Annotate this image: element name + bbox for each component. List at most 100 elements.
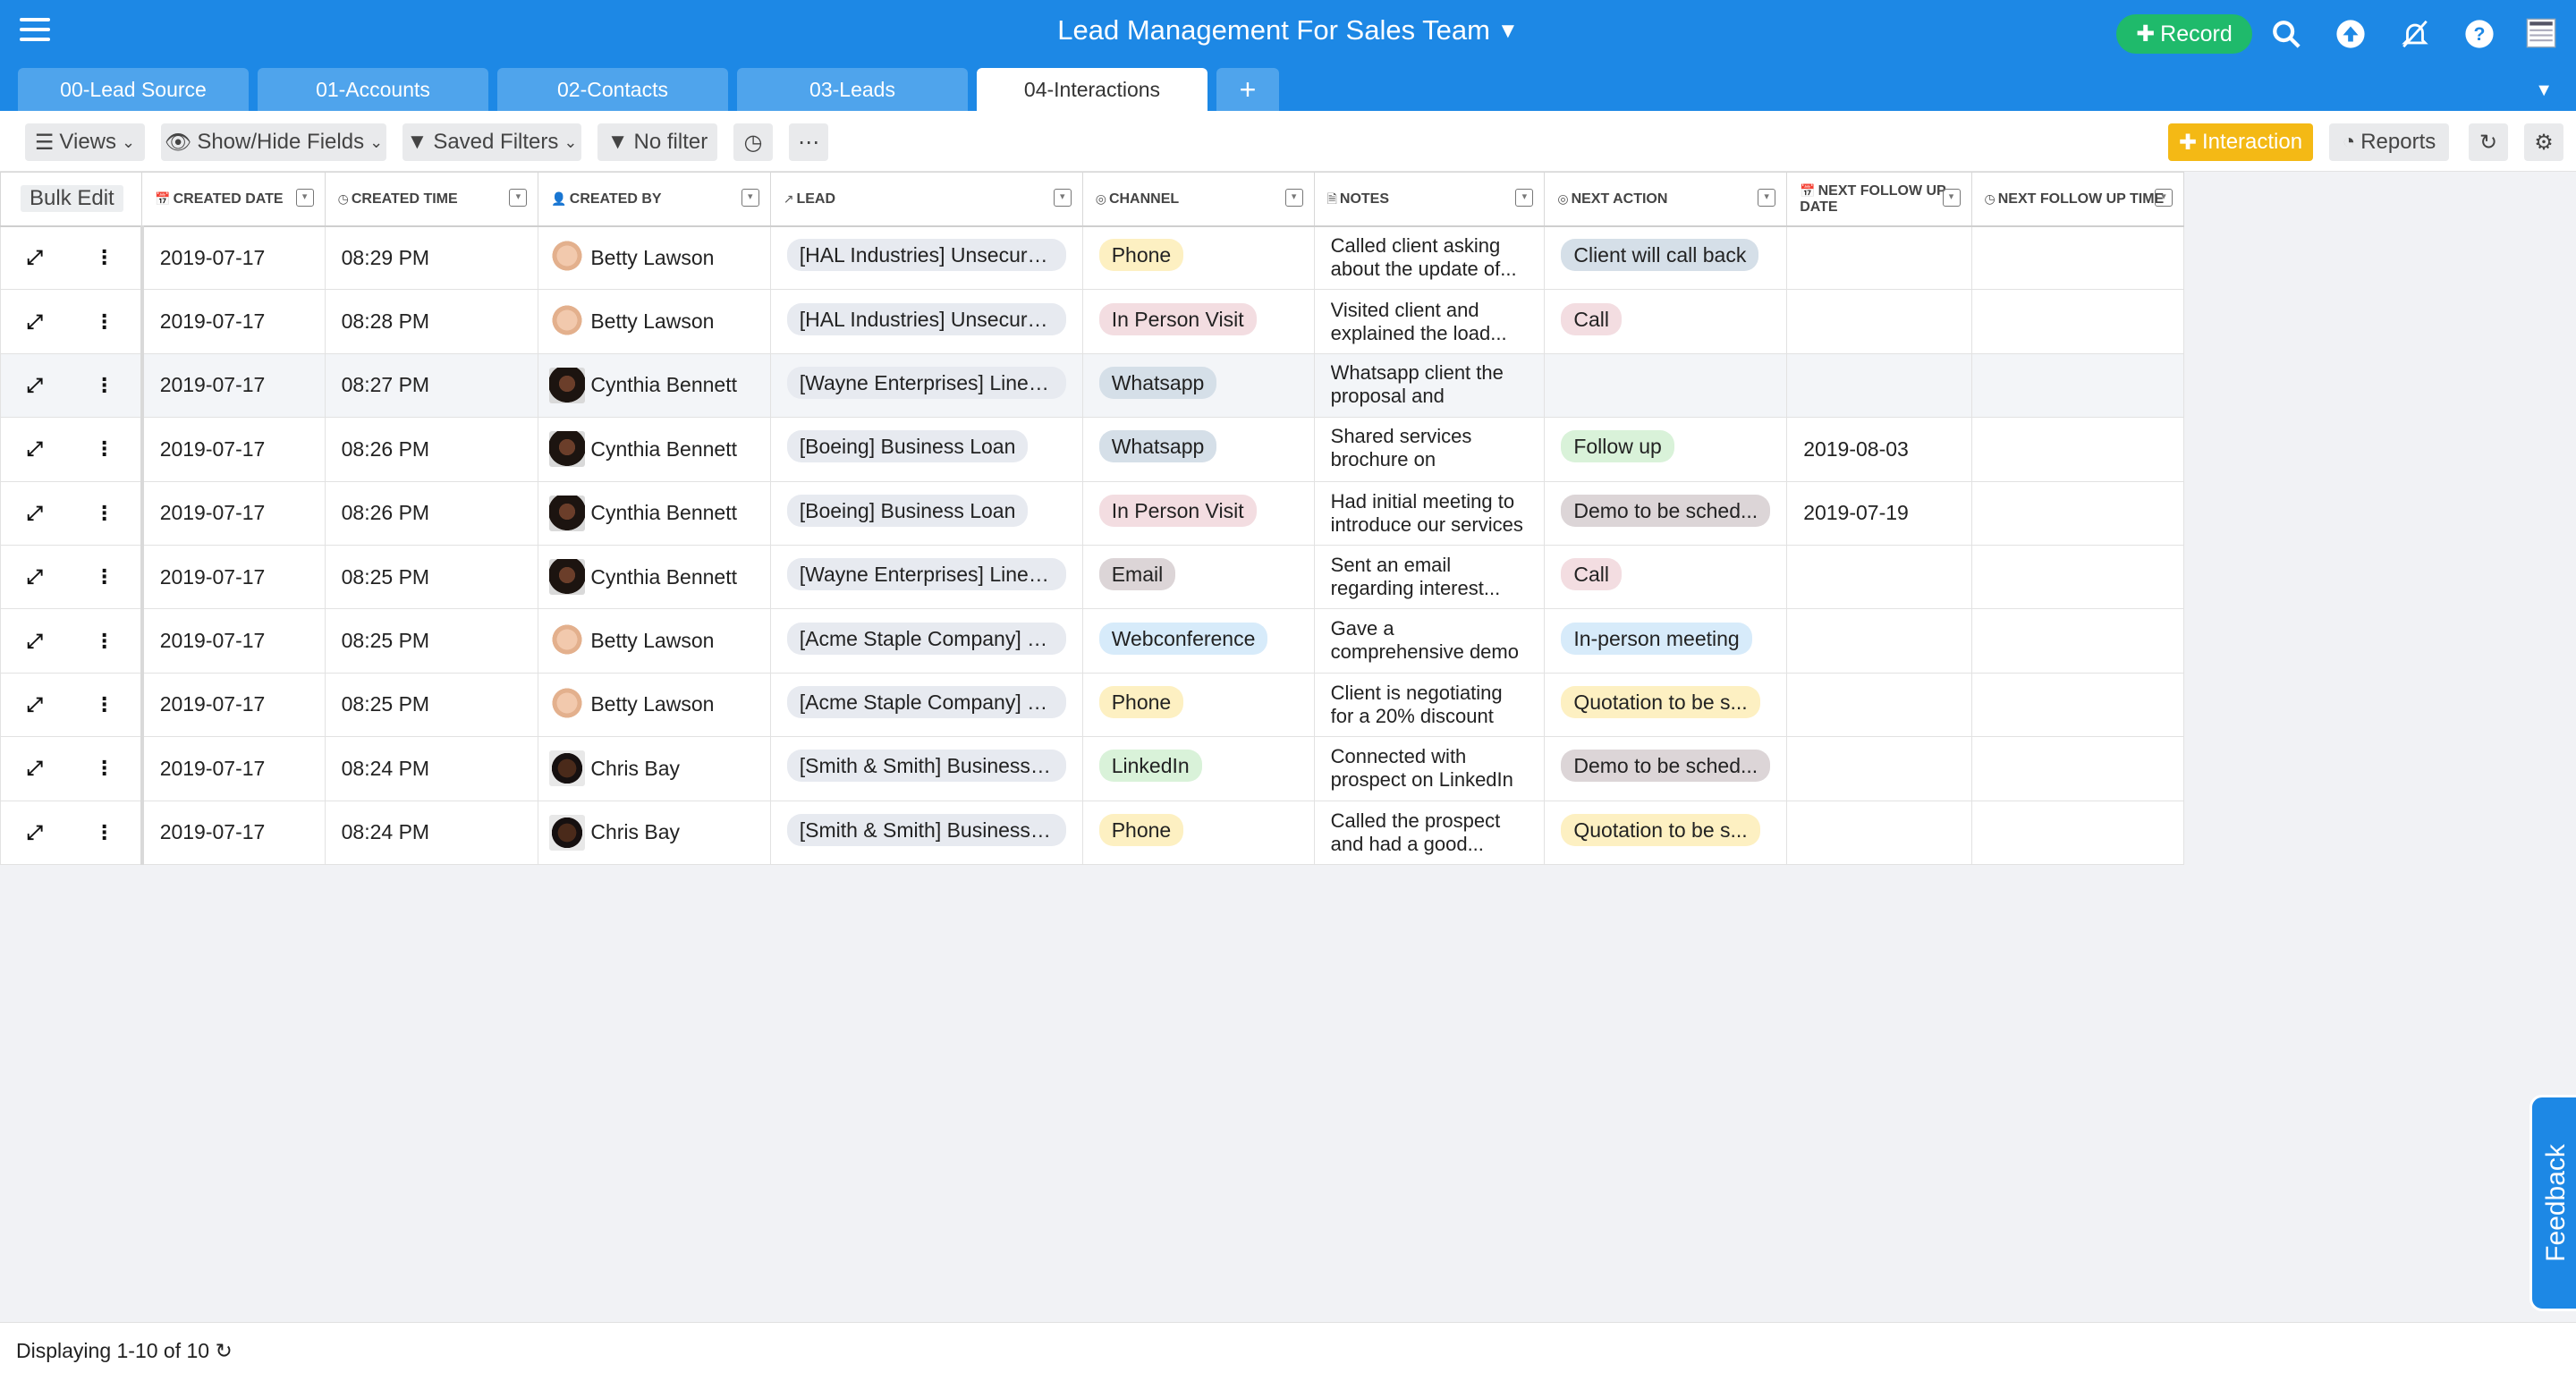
reports-button[interactable]: ◔ Reports bbox=[2329, 123, 2449, 161]
table-row[interactable]: ⤢ ⋮ 2019-07-17 08:25 PM Betty Lawson [Acme St… bbox=[0, 672, 2185, 738]
cell-next-follow-up-date[interactable] bbox=[1786, 736, 1972, 801]
bulk-edit-button[interactable]: Bulk Edit bbox=[21, 185, 123, 213]
lead-link[interactable]: [Wayne Enterprises] Line-o... bbox=[786, 366, 1066, 399]
column-header-next-follow-up-time[interactable]: ◷ NEXT FOLLOW UP TIME ▾ bbox=[1970, 172, 2185, 227]
tab-contacts[interactable]: 02-Contacts bbox=[497, 68, 728, 111]
cell-next-action[interactable]: In-person meeting bbox=[1544, 608, 1788, 674]
refresh-icon[interactable]: ↻ bbox=[215, 1339, 232, 1362]
cell-notes[interactable]: Connected with prospect on LinkedIn bbox=[1313, 736, 1546, 801]
cell-notes[interactable]: Shared services brochure on Whatsapp bbox=[1313, 417, 1546, 482]
more-vertical-icon[interactable]: ⋮ bbox=[95, 502, 114, 525]
cell-created-date[interactable]: 2019-07-17 bbox=[141, 544, 326, 610]
column-menu-icon[interactable]: ▾ bbox=[1758, 189, 1776, 207]
cell-created-date[interactable]: 2019-07-17 bbox=[141, 352, 326, 419]
cell-created-by[interactable]: Betty Lawson bbox=[538, 289, 771, 354]
cell-next-follow-up-time[interactable] bbox=[1970, 352, 2185, 419]
lead-link[interactable]: [Smith & Smith] Business L... bbox=[786, 813, 1066, 846]
add-record-button[interactable]: ✚ Record bbox=[2116, 14, 2252, 54]
cell-lead[interactable]: [Wayne Enterprises] Line-o... bbox=[769, 544, 1083, 610]
cell-next-follow-up-date[interactable] bbox=[1786, 352, 1972, 419]
saved-filters-button[interactable]: ▼ Saved Filters ⌄ bbox=[402, 123, 581, 161]
cell-lead[interactable]: [HAL Industries] Unsecure... bbox=[769, 289, 1083, 354]
column-menu-icon[interactable]: ▾ bbox=[2155, 189, 2173, 207]
cell-created-time[interactable]: 08:29 PM bbox=[324, 225, 539, 291]
cell-created-date[interactable]: 2019-07-17 bbox=[141, 800, 326, 865]
cell-next-action[interactable]: Client will call back bbox=[1544, 225, 1788, 291]
column-header-next-action[interactable]: ◎ NEXT ACTION ▾ bbox=[1544, 172, 1788, 227]
cell-next-follow-up-date[interactable] bbox=[1786, 544, 1972, 610]
expand-row-icon[interactable]: ⤢ bbox=[27, 246, 43, 269]
expand-row-icon[interactable]: ⤢ bbox=[27, 630, 43, 653]
more-vertical-icon[interactable]: ⋮ bbox=[95, 693, 114, 716]
cell-created-time[interactable]: 08:25 PM bbox=[324, 672, 539, 738]
lead-link[interactable]: [Boeing] Business Loan bbox=[786, 494, 1029, 527]
column-header-created-by[interactable]: 👤 CREATED BY ▾ bbox=[538, 172, 771, 227]
table-row[interactable]: ⤢ ⋮ 2019-07-17 08:27 PM Cynthia Bennett [Wayn… bbox=[0, 352, 2185, 419]
cell-lead[interactable]: [Acme Staple Company] Le... bbox=[769, 672, 1083, 738]
cell-next-follow-up-time[interactable] bbox=[1970, 800, 2185, 865]
cell-lead[interactable]: [Boeing] Business Loan bbox=[769, 480, 1083, 546]
column-menu-icon[interactable]: ▾ bbox=[1942, 189, 1961, 207]
column-header-notes[interactable]: 🗎 NOTES ▾ bbox=[1313, 172, 1546, 227]
table-row[interactable]: ⤢ ⋮ 2019-07-17 08:25 PM Cynthia Bennett [Wayn… bbox=[0, 544, 2185, 610]
column-menu-icon[interactable]: ▾ bbox=[1053, 189, 1072, 207]
cell-created-time[interactable]: 08:26 PM bbox=[324, 480, 539, 546]
cell-notes[interactable]: Called client asking about the update of… bbox=[1313, 225, 1546, 291]
cell-channel[interactable]: LinkedIn bbox=[1081, 736, 1315, 801]
feedback-button[interactable]: Feedback bbox=[2529, 1095, 2576, 1311]
cell-created-date[interactable]: 2019-07-17 bbox=[141, 736, 326, 801]
notifications-off-icon[interactable] bbox=[2399, 18, 2431, 50]
cell-next-action[interactable]: Call bbox=[1544, 289, 1788, 354]
expand-row-icon[interactable]: ⤢ bbox=[27, 374, 43, 397]
cell-next-follow-up-date[interactable] bbox=[1786, 800, 1972, 865]
cell-lead[interactable]: [Acme Staple Company] Le... bbox=[769, 608, 1083, 674]
cell-channel[interactable]: Webconference bbox=[1081, 608, 1315, 674]
lead-link[interactable]: [Acme Staple Company] Le... bbox=[786, 685, 1066, 718]
history-button[interactable]: ◷ bbox=[733, 123, 773, 161]
column-menu-icon[interactable]: ▾ bbox=[295, 189, 314, 207]
cell-notes[interactable]: Whatsapp client the proposal and interes… bbox=[1313, 352, 1546, 419]
expand-row-icon[interactable]: ⤢ bbox=[27, 693, 43, 716]
user-menu-icon[interactable] bbox=[2521, 13, 2562, 54]
cell-next-follow-up-time[interactable] bbox=[1970, 736, 2185, 801]
cell-created-time[interactable]: 08:26 PM bbox=[324, 417, 539, 482]
column-header-channel[interactable]: ◎ CHANNEL ▾ bbox=[1081, 172, 1315, 227]
cell-created-date[interactable]: 2019-07-17 bbox=[141, 480, 326, 546]
table-row[interactable]: ⤢ ⋮ 2019-07-17 08:24 PM Chris Bay [Smith & Sm… bbox=[0, 736, 2185, 801]
cell-notes[interactable]: Client is negotiating for a 20% discount bbox=[1313, 672, 1546, 738]
cell-next-follow-up-date[interactable] bbox=[1786, 225, 1972, 291]
cell-lead[interactable]: [Wayne Enterprises] Line-o... bbox=[769, 352, 1083, 419]
expand-row-icon[interactable]: ⤢ bbox=[27, 310, 43, 334]
cell-notes[interactable]: Visited client and explained the load... bbox=[1313, 289, 1546, 354]
cell-created-by[interactable]: Cynthia Bennett bbox=[538, 544, 771, 610]
cell-created-time[interactable]: 08:27 PM bbox=[324, 352, 539, 419]
lead-link[interactable]: [Smith & Smith] Business L... bbox=[786, 750, 1066, 783]
cell-created-by[interactable]: Cynthia Bennett bbox=[538, 480, 771, 546]
cell-lead[interactable]: [HAL Industries] Unsecure... bbox=[769, 225, 1083, 291]
more-vertical-icon[interactable]: ⋮ bbox=[95, 630, 114, 653]
cell-next-action[interactable]: Quotation to be s... bbox=[1544, 800, 1788, 865]
cell-created-by[interactable]: Cynthia Bennett bbox=[538, 352, 771, 419]
cell-notes[interactable]: Gave a comprehensive demo to prospect bbox=[1313, 608, 1546, 674]
cell-created-by[interactable]: Betty Lawson bbox=[538, 225, 771, 291]
column-header-next-follow-up-date[interactable]: 📅 NEXT FOLLOW UP DATE ▾ bbox=[1786, 172, 1972, 227]
cell-lead[interactable]: [Boeing] Business Loan bbox=[769, 417, 1083, 482]
cell-channel[interactable]: In Person Visit bbox=[1081, 289, 1315, 354]
tabs-dropdown-icon[interactable]: ▼ bbox=[2535, 80, 2553, 101]
lead-link[interactable]: [Wayne Enterprises] Line-o... bbox=[786, 558, 1066, 591]
help-icon[interactable]: ? bbox=[2463, 18, 2496, 50]
more-vertical-icon[interactable]: ⋮ bbox=[95, 757, 114, 780]
views-button[interactable]: ☰ Views ⌄ bbox=[25, 123, 145, 161]
more-options-button[interactable]: ⋯ bbox=[789, 123, 828, 161]
expand-row-icon[interactable]: ⤢ bbox=[27, 565, 43, 589]
tab-lead-source[interactable]: 00-Lead Source bbox=[18, 68, 249, 111]
cell-next-action[interactable] bbox=[1544, 352, 1788, 419]
lead-link[interactable]: [Acme Staple Company] Le... bbox=[786, 622, 1066, 655]
column-menu-icon[interactable]: ▾ bbox=[741, 189, 759, 207]
cell-channel[interactable]: In Person Visit bbox=[1081, 480, 1315, 546]
no-filter-button[interactable]: ▼ No filter bbox=[597, 123, 717, 161]
more-vertical-icon[interactable]: ⋮ bbox=[95, 821, 114, 844]
table-row[interactable]: ⤢ ⋮ 2019-07-17 08:24 PM Chris Bay [Smith & Sm… bbox=[0, 800, 2185, 865]
cell-next-action[interactable]: Call bbox=[1544, 544, 1788, 610]
column-header-lead[interactable]: ↗ LEAD ▾ bbox=[769, 172, 1083, 227]
